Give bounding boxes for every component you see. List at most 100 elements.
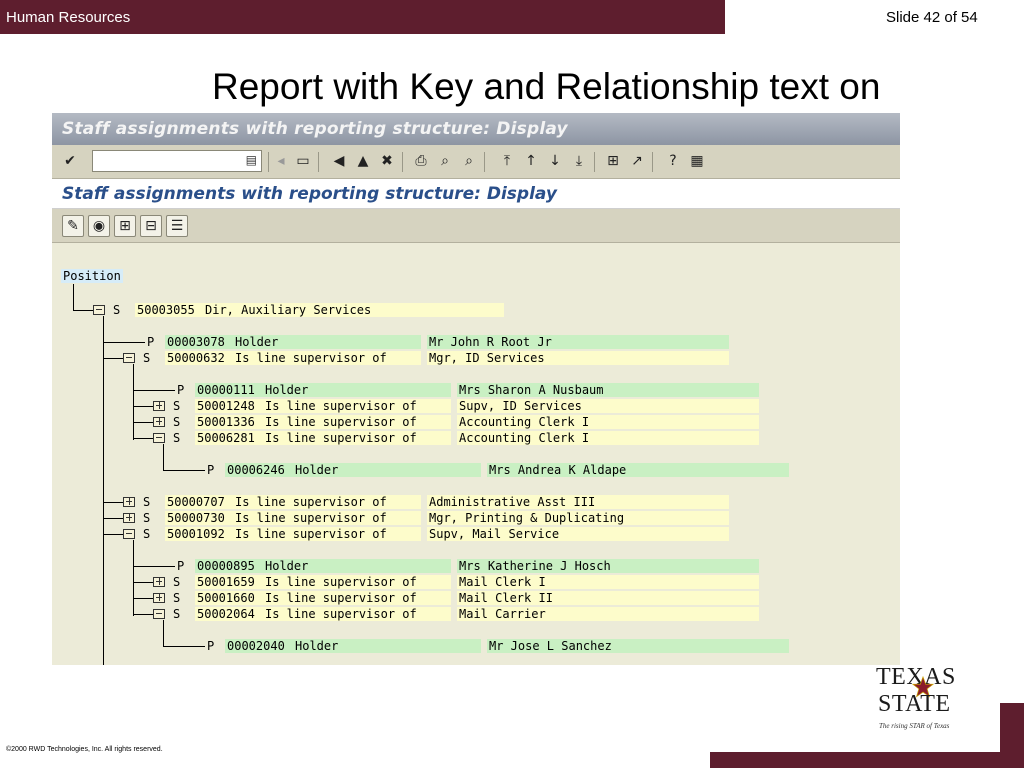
node-type: S [173, 415, 181, 429]
node-relation[interactable]: Is line supervisor of [263, 399, 451, 413]
node-relation[interactable]: Is line supervisor of [263, 575, 451, 589]
expand-button[interactable]: ⊞ [114, 215, 136, 237]
node-id[interactable]: 50000632 [165, 351, 233, 365]
columns-button[interactable]: ☰ [166, 215, 188, 237]
node-name[interactable]: Mail Clerk I [457, 575, 759, 589]
help-icon[interactable]: ? [664, 152, 682, 170]
node-name[interactable]: Supv, ID Services [457, 399, 759, 413]
node-id[interactable]: 50001248 [195, 399, 263, 413]
command-dropdown-icon[interactable]: ▤ [246, 153, 257, 167]
node-relation[interactable]: Holder [263, 559, 451, 573]
node-relation[interactable]: Holder [293, 639, 481, 653]
node-name[interactable]: Mail Clerk II [457, 591, 759, 605]
create-shortcut-icon[interactable]: ↗ [628, 152, 646, 170]
folder-open-icon[interactable] [93, 305, 105, 315]
node-name[interactable]: Administrative Asst III [427, 495, 729, 509]
node-name[interactable]: Mr John R Root Jr [427, 335, 729, 349]
node-name[interactable]: Mrs Sharon A Nusbaum [457, 383, 759, 397]
toolbar-separator [318, 152, 319, 172]
folder-closed-icon[interactable] [153, 593, 165, 603]
window-title: Staff assignments with reporting structu… [62, 119, 568, 139]
folder-open-icon[interactable] [153, 609, 165, 619]
folder-closed-icon[interactable] [153, 417, 165, 427]
node-name[interactable]: Supv, Mail Service [427, 527, 729, 541]
print-icon[interactable]: ⎙ [412, 152, 430, 170]
next-page-icon[interactable]: ↓ [546, 152, 564, 170]
node-relation[interactable]: Is line supervisor of [263, 591, 451, 605]
node-name[interactable]: Accounting Clerk I [457, 431, 759, 445]
node-name[interactable]: Mrs Andrea K Aldape [487, 463, 789, 477]
node-id[interactable]: 50002064 [195, 607, 263, 621]
node-relation[interactable]: Is line supervisor of [263, 415, 451, 429]
node-id[interactable]: 50001660 [195, 591, 263, 605]
find-next-icon[interactable]: ⌕ [460, 152, 478, 170]
node-text[interactable]: Dir, Auxiliary Services [203, 303, 504, 317]
folder-closed-icon[interactable] [153, 577, 165, 587]
node-name[interactable]: Accounting Clerk I [457, 415, 759, 429]
folder-closed-icon[interactable] [153, 401, 165, 411]
node-name[interactable]: Mr Jose L Sanchez [487, 639, 789, 653]
previous-page-icon[interactable]: ↑ [522, 152, 540, 170]
node-id[interactable]: 50003055 [135, 303, 203, 317]
tree-line [133, 406, 153, 407]
enter-check-icon[interactable]: ✔ [61, 152, 79, 170]
find-icon[interactable]: ⌕ [436, 152, 454, 170]
node-relation[interactable]: Holder [263, 383, 451, 397]
node-relation[interactable]: Is line supervisor of [263, 431, 451, 445]
folder-closed-icon[interactable] [123, 497, 135, 507]
node-id[interactable]: 50001092 [165, 527, 233, 541]
node-id[interactable]: 00000895 [195, 559, 263, 573]
node-name[interactable]: Mail Carrier [457, 607, 759, 621]
node-name[interactable]: Mrs Katherine J Hosch [457, 559, 759, 573]
collapse-button[interactable]: ⊟ [140, 215, 162, 237]
node-id[interactable]: 00002040 [225, 639, 293, 653]
folder-closed-icon[interactable] [123, 513, 135, 523]
root-position-label[interactable]: Position [61, 269, 123, 283]
back-icon[interactable]: ◀ [330, 152, 348, 170]
create-session-icon[interactable]: ⊞ [604, 152, 622, 170]
node-id[interactable]: 50000730 [165, 511, 233, 525]
node-id[interactable]: 00000111 [195, 383, 263, 397]
node-name[interactable]: Mgr, Printing & Duplicating [427, 511, 729, 525]
columns-icon: ☰ [170, 218, 184, 234]
node-relation[interactable]: Is line supervisor of [263, 607, 451, 621]
tree-line [103, 342, 145, 343]
node-type: P [177, 383, 185, 397]
first-page-icon[interactable]: ⤒ [498, 152, 516, 170]
folder-open-icon[interactable] [153, 433, 165, 443]
save-icon[interactable]: ▭ [294, 152, 312, 170]
command-field[interactable]: ▤ [92, 150, 262, 172]
node-relation[interactable]: Is line supervisor of [233, 351, 421, 365]
top-bar: Human Resources [0, 0, 725, 34]
change-button[interactable]: ✎ [62, 215, 84, 237]
layout-menu-icon[interactable]: ▦ [688, 152, 706, 170]
back-arrow-icon[interactable]: ◂ [272, 152, 290, 170]
display-button[interactable]: ◉ [88, 215, 110, 237]
node-relation[interactable]: Is line supervisor of [233, 495, 421, 509]
node-id[interactable]: 50000707 [165, 495, 233, 509]
node-name[interactable]: Mgr, ID Services [427, 351, 729, 365]
tree-line [133, 582, 153, 583]
folder-open-icon[interactable] [123, 353, 135, 363]
slide-title: Report with Key and Relationship text on [212, 66, 881, 107]
last-page-icon[interactable]: ⤓ [570, 152, 588, 170]
node-relation[interactable]: Is line supervisor of [233, 511, 421, 525]
node-relation[interactable]: Holder [233, 335, 421, 349]
folder-open-icon[interactable] [123, 529, 135, 539]
node-id[interactable]: 50006281 [195, 431, 263, 445]
cancel-icon[interactable]: ✖ [378, 152, 396, 170]
node-type: P [177, 559, 185, 573]
toolbar-separator [402, 152, 403, 172]
node-id[interactable]: 00006246 [225, 463, 293, 477]
node-relation[interactable]: Is line supervisor of [233, 527, 421, 541]
tree-line [133, 598, 153, 599]
node-id[interactable]: 50001659 [195, 575, 263, 589]
node-id[interactable]: 50001336 [195, 415, 263, 429]
exit-icon[interactable]: ▲ [354, 152, 372, 170]
tree-line [103, 518, 123, 519]
node-type: S [143, 527, 151, 541]
node-type: P [147, 335, 155, 349]
node-id[interactable]: 00003078 [165, 335, 233, 349]
node-relation[interactable]: Holder [293, 463, 481, 477]
node-type: P [207, 463, 215, 477]
